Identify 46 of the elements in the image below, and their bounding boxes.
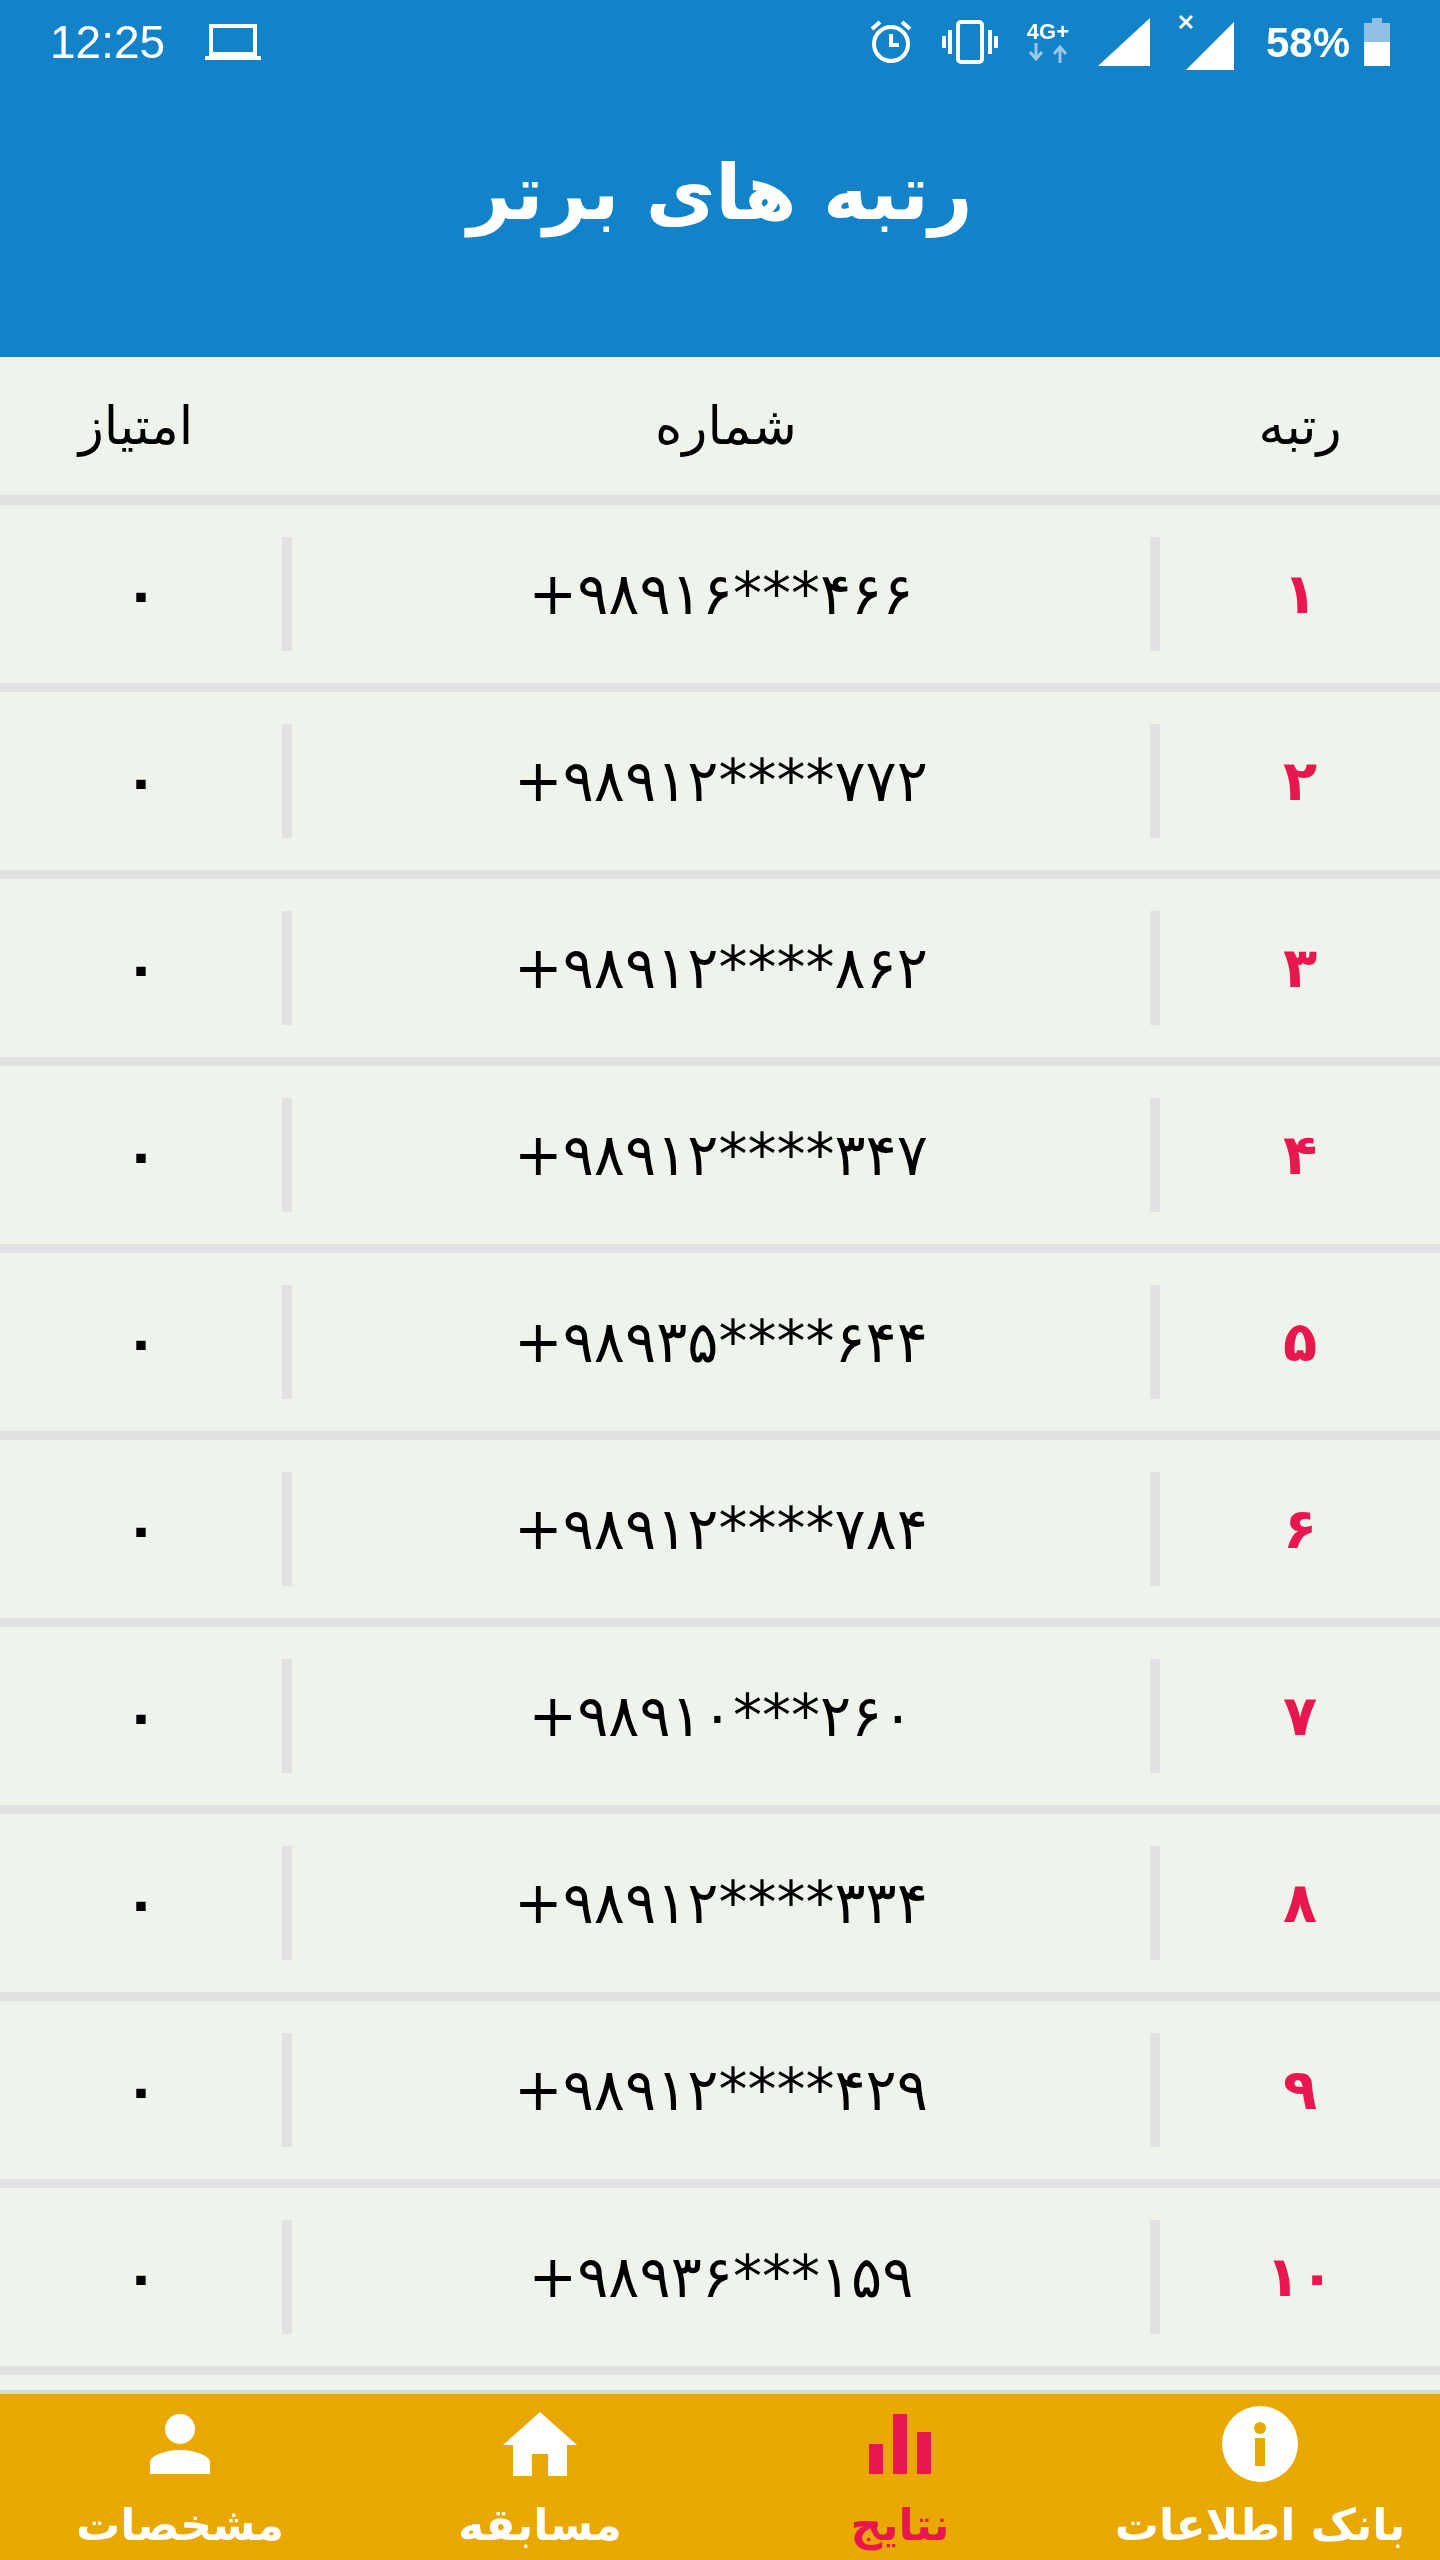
score-cell-text: ۰ — [124, 1496, 158, 1563]
column-header: امتیاز — [78, 395, 195, 459]
phone-number-cell-text: +۹۸۹۱۰***۲۶۰ — [528, 1680, 914, 1752]
column-header: شماره — [655, 395, 797, 459]
phone-number-cell-text: +۹۸۹۳۵****۶۴۴ — [514, 1306, 928, 1378]
phone-number-cell-text: +۹۸۹۱۶***۴۶۶ — [528, 558, 914, 630]
column-header: رتبه — [1258, 395, 1342, 459]
battery-icon — [1364, 18, 1390, 66]
rank-cell-text: ۸ — [1282, 1869, 1318, 1937]
rank-cell-text: ۵ — [1282, 1308, 1318, 1376]
score-cell-text: ۰ — [124, 1122, 158, 1189]
score-cell-text: ۰ — [124, 1309, 158, 1376]
rank-cell-text: ۴ — [1282, 1121, 1318, 1189]
phone-number-cell-text: +۹۸۹۱۲****۳۳۴ — [514, 1867, 928, 1939]
score-cell-text: ۰ — [124, 935, 158, 1002]
rank-cell-text: ۹ — [1282, 2056, 1318, 2124]
nav-tab[interactable]: بانک اطلاعات — [1080, 2394, 1440, 2560]
signal-no-sim-icon — [1177, 14, 1234, 70]
score-cell-text: ۰ — [124, 748, 158, 815]
nav-tab[interactable]: نتایج — [720, 2394, 1080, 2560]
signal-icon — [1097, 18, 1150, 66]
rank-cell-text: ۶ — [1282, 1495, 1318, 1563]
nav-tab[interactable]: مسابقه — [360, 2394, 720, 2560]
phone-number-cell-text: +۹۸۹۱۲****۷۸۴ — [514, 1493, 928, 1565]
rank-cell-text: ۳ — [1282, 934, 1318, 1002]
nav-tab[interactable]: مشخصات — [0, 2394, 360, 2560]
score-cell-text: ۰ — [124, 2244, 158, 2311]
score-cell-text: ۰ — [124, 1870, 158, 1937]
phone-number-cell-text: +۹۸۹۳۶***۱۵۹ — [528, 2241, 914, 2313]
laptop-icon — [205, 22, 262, 62]
info-icon — [1222, 2404, 1298, 2484]
clock: 12:25 — [50, 14, 166, 70]
battery-percent: 58% — [1265, 17, 1350, 68]
phone-number-cell-text: +۹۸۹۱۲****۳۴۷ — [514, 1119, 928, 1191]
rank-cell-text: ۱ — [1282, 560, 1318, 628]
score-cell-text: ۰ — [124, 561, 158, 628]
rank-cell-text: ۷ — [1282, 1682, 1318, 1750]
phone-number-cell-text: +۹۸۹۱۲****۴۲۹ — [514, 2054, 928, 2126]
phone-number-cell-text: +۹۸۹۱۲****۸۶۲ — [514, 932, 928, 1004]
rank-cell-text: ۲ — [1282, 747, 1318, 815]
network-type: 4G+ — [1026, 21, 1070, 43]
score-cell-text: ۰ — [124, 2057, 158, 2124]
rank-cell-text: ۱۰ — [1265, 2243, 1335, 2311]
phone-number-cell-text: +۹۸۹۱۲****۷۷۲ — [514, 745, 928, 817]
vibrate-icon — [941, 20, 998, 64]
score-cell-text: ۰ — [124, 1683, 158, 1750]
